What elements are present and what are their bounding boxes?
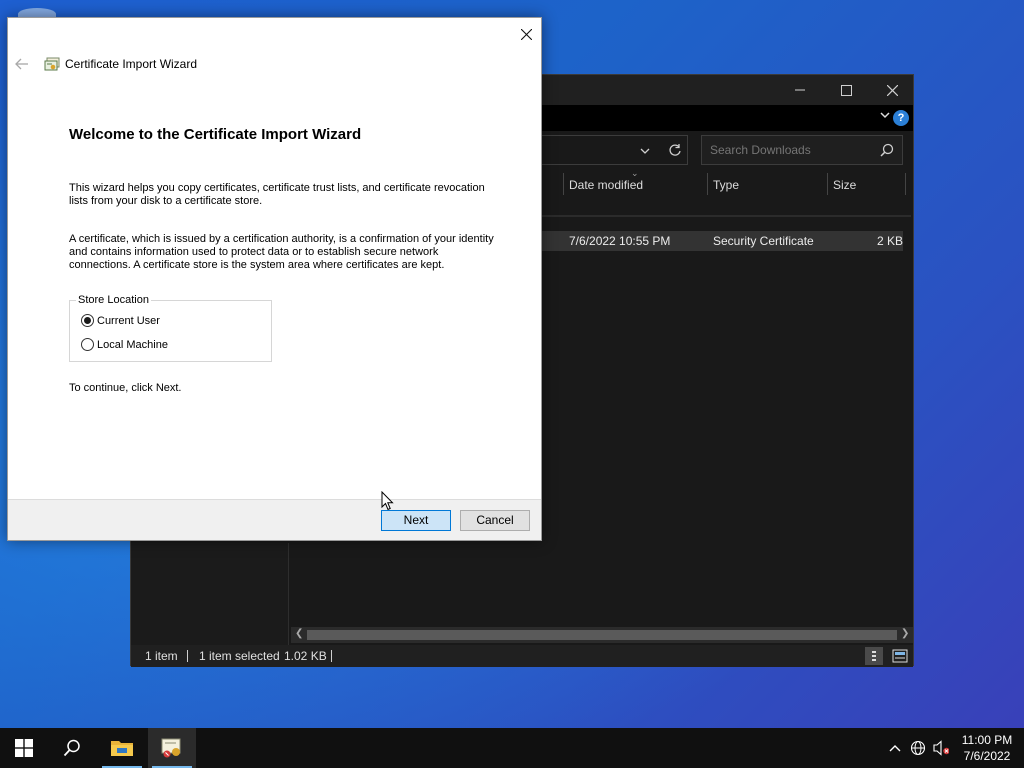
- search-box[interactable]: [701, 135, 903, 165]
- radio-current-user[interactable]: Current User: [81, 314, 160, 327]
- close-button[interactable]: [869, 75, 915, 105]
- radio-button[interactable]: [81, 338, 94, 351]
- taskbar-file-explorer[interactable]: [98, 728, 146, 768]
- wizard-title: Certificate Import Wizard: [65, 57, 198, 71]
- column-header-size[interactable]: Size: [833, 178, 856, 192]
- radio-label: Local Machine: [97, 338, 168, 351]
- search-input[interactable]: [710, 143, 870, 157]
- file-explorer-icon: [111, 741, 133, 756]
- close-icon: [886, 84, 898, 96]
- radio-local-machine[interactable]: Local Machine: [81, 338, 168, 351]
- taskbar-clock[interactable]: 11:00 PM 7/6/2022: [958, 732, 1016, 764]
- windows-start-icon: [15, 739, 33, 757]
- ribbon-expand-chevron-icon[interactable]: [879, 109, 891, 124]
- intro-line: lists from your disk to a certificate st…: [69, 195, 263, 207]
- status-divider: [331, 650, 332, 662]
- status-divider: [187, 650, 188, 662]
- start-button[interactable]: [0, 728, 48, 768]
- scroll-right-arrow-icon[interactable]: ❯: [901, 628, 909, 639]
- clock-time: 11:00 PM: [961, 733, 1013, 747]
- intro-line: This wizard helps you copy certificates,…: [69, 182, 485, 194]
- horizontal-scrollbar[interactable]: ❮ ❯: [291, 627, 913, 643]
- search-icon[interactable]: [880, 143, 894, 160]
- details-view-icon[interactable]: [865, 647, 883, 665]
- status-selection: 1 item selected: [199, 649, 280, 663]
- address-dropdown-chevron-icon[interactable]: [639, 145, 651, 160]
- description-line: A certificate, which is issued by a cert…: [69, 233, 494, 245]
- description-line: connections. A certificate store is the …: [69, 259, 445, 271]
- large-icons-view-icon[interactable]: [891, 647, 909, 665]
- scrollbar-thumb[interactable]: [307, 630, 897, 640]
- status-selection-size: 1.02 KB: [284, 649, 327, 663]
- store-location-label: Store Location: [76, 294, 151, 306]
- wizard-back-button[interactable]: [14, 56, 30, 72]
- back-arrow-icon: [15, 58, 28, 70]
- store-location-group: [69, 300, 272, 362]
- description-line: and contains information used to protect…: [69, 246, 439, 258]
- wizard-description-text: A certificate, which is issued by a cert…: [69, 233, 509, 272]
- close-icon: [520, 28, 532, 40]
- column-separator[interactable]: [827, 173, 828, 195]
- show-hidden-icons-chevron-icon[interactable]: [887, 740, 903, 756]
- navigation-pane[interactable]: [131, 543, 289, 645]
- taskbar-certificate-wizard[interactable]: [148, 728, 196, 768]
- next-button[interactable]: Next: [381, 510, 451, 531]
- mouse-cursor-icon: [381, 491, 394, 511]
- status-item-count: 1 item: [145, 649, 178, 663]
- maximize-icon: [840, 84, 852, 96]
- column-header-type[interactable]: Type: [713, 178, 739, 192]
- radio-button-selected[interactable]: [81, 314, 94, 327]
- taskbar: 11:00 PM 7/6/2022: [0, 728, 1024, 768]
- certificate-icon: [44, 57, 60, 71]
- wizard-footer: Next Cancel: [8, 499, 541, 540]
- help-icon[interactable]: ?: [893, 110, 909, 126]
- wizard-heading: Welcome to the Certificate Import Wizard: [69, 126, 362, 143]
- file-type: Security Certificate: [713, 234, 814, 248]
- wizard-continue-text: To continue, click Next.: [69, 382, 182, 394]
- minimize-icon: [795, 89, 805, 91]
- search-icon: [63, 739, 80, 757]
- taskbar-search-button[interactable]: [48, 728, 96, 768]
- column-separator[interactable]: [563, 173, 564, 195]
- network-globe-icon[interactable]: [910, 740, 926, 756]
- clock-date: 7/6/2022: [963, 749, 1011, 763]
- column-separator[interactable]: [905, 173, 906, 195]
- status-bar: 1 item 1 item selected 1.02 KB: [131, 645, 913, 667]
- file-size: 2 KB: [877, 234, 904, 248]
- scroll-left-arrow-icon[interactable]: ❮: [295, 628, 303, 639]
- radio-label: Current User: [97, 314, 160, 327]
- cancel-button[interactable]: Cancel: [460, 510, 530, 531]
- file-date-modified: 7/6/2022 10:55 PM: [569, 234, 671, 248]
- maximize-button[interactable]: [823, 75, 869, 105]
- certificate-wizard-icon: [161, 738, 181, 758]
- volume-muted-icon[interactable]: [933, 740, 949, 756]
- column-separator[interactable]: [707, 173, 708, 195]
- wizard-intro-text: This wizard helps you copy certificates,…: [69, 182, 509, 208]
- column-header-date-modified[interactable]: Date modified: [569, 178, 643, 192]
- wizard-close-button[interactable]: [516, 25, 536, 43]
- refresh-icon[interactable]: [668, 143, 682, 160]
- certificate-import-wizard-dialog: Certificate Import Wizard Welcome to the…: [7, 17, 542, 541]
- minimize-button[interactable]: [777, 75, 823, 105]
